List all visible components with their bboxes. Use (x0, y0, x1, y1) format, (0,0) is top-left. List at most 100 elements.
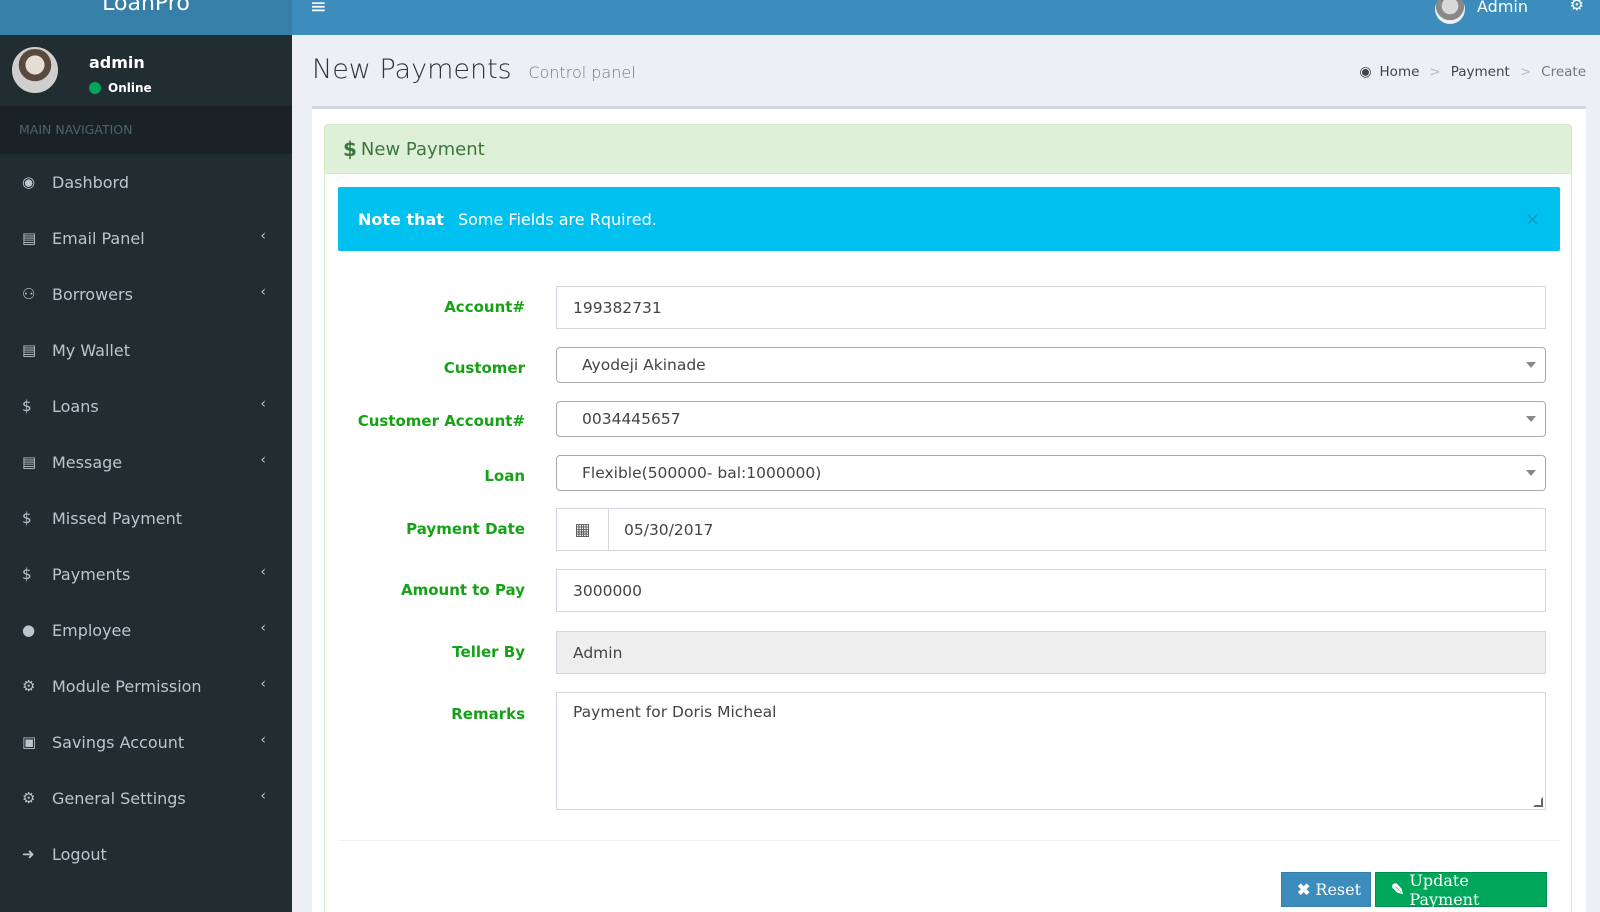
sidebar-user-name: admin (89, 53, 145, 72)
user-status-text: Online (108, 81, 152, 95)
sidebar-item-label: Borrowers (52, 284, 133, 304)
sidebar-item-general-settings[interactable]: ⚙ General Settings ‹ (0, 770, 292, 826)
breadcrumb-separator: > (1519, 64, 1532, 80)
loan-select[interactable]: Flexible(500000- bal:1000000) (556, 455, 1546, 491)
panel-title: New Payment (360, 138, 485, 160)
breadcrumb-home[interactable]: Home (1380, 64, 1420, 80)
remarks-textarea[interactable]: Payment for Doris Micheal (556, 692, 1546, 810)
customer-select[interactable]: Ayodeji Akinade (556, 347, 1546, 383)
breadcrumb-payment[interactable]: Payment (1451, 64, 1510, 80)
reset-button[interactable]: ✖ Reset (1281, 872, 1371, 907)
book-icon: ▤ (22, 229, 37, 247)
alert-bold: Note that (358, 209, 444, 229)
money-icon: ▣ (22, 733, 37, 751)
sidebar-item-payments[interactable]: $ Payments ‹ (0, 546, 292, 602)
customer-account-value: 0034445657 (582, 410, 681, 428)
online-dot-icon (89, 82, 101, 94)
book-icon: ▤ (22, 341, 37, 359)
chevron-down-icon (1526, 470, 1536, 476)
user-panel: admin Online (0, 35, 292, 106)
remarks-label: Remarks (451, 705, 525, 723)
close-icon[interactable]: × (1525, 209, 1540, 230)
sidebar-item-missed-payment[interactable]: $ Missed Payment (0, 490, 292, 546)
update-payment-button[interactable]: ✎ Update Payment (1375, 870, 1547, 909)
user-status: Online (89, 81, 152, 95)
update-label: Update Payment (1409, 870, 1480, 909)
sidebar-item-module-permission[interactable]: ⚙ Module Permission ‹ (0, 658, 292, 714)
sidebar-item-employee[interactable]: ● Employee ‹ (0, 602, 292, 658)
account-row: Account# 199382731 (338, 286, 1560, 329)
chevron-left-icon: ‹ (260, 452, 266, 468)
sidebar-item-label: General Settings (52, 788, 186, 808)
reset-label: Reset (1315, 880, 1362, 899)
page-title-text: New Payments (312, 54, 512, 85)
payment-date-label: Payment Date (406, 520, 525, 538)
content-box: $ New Payment Note that Some Fields are … (312, 106, 1586, 912)
amount-input[interactable]: 3000000 (556, 569, 1546, 612)
top-avatar (1435, 0, 1465, 24)
sidebar-item-my-wallet[interactable]: ▤ My Wallet (0, 322, 292, 378)
book-icon: ▤ (22, 453, 37, 471)
sidebar-item-email-panel[interactable]: ▤ Email Panel ‹ (0, 210, 292, 266)
chevron-left-icon: ‹ (260, 620, 266, 636)
app-logo-text: LoanPro (102, 0, 190, 16)
breadcrumb-separator: > (1429, 64, 1441, 80)
user-icon: ● (22, 621, 36, 639)
chevron-down-icon (1526, 416, 1536, 422)
alert-text: Some Fields are Rquired. (457, 209, 657, 229)
chevron-down-icon (1526, 362, 1536, 368)
sidebar: admin Online MAIN NAVIGATION ◉ Dashbord ▤ E… (0, 35, 292, 912)
sidebar-item-label: Missed Payment (52, 508, 183, 528)
hamburger-icon[interactable]: ≡ (310, 0, 327, 16)
teller-label: Teller By (452, 643, 525, 661)
page-title: New Payments Control panel (312, 54, 636, 85)
sidebar-item-label: My Wallet (52, 340, 130, 360)
sidebar-item-message[interactable]: ▤ Message ‹ (0, 434, 292, 490)
sidebar-item-label: Logout (52, 844, 107, 864)
sidebar-item-dashbord[interactable]: ◉ Dashbord (0, 154, 292, 210)
sidebar-item-loans[interactable]: $ Loans ‹ (0, 378, 292, 434)
chevron-left-icon: ‹ (260, 676, 266, 692)
chevron-left-icon: ‹ (260, 564, 266, 580)
amount-row: Amount to Pay 3000000 (338, 569, 1560, 612)
sidebar-item-label: Email Panel (52, 228, 145, 248)
chevron-left-icon: ‹ (260, 396, 266, 412)
dollar-icon: $ (343, 137, 357, 161)
dashboard-icon: ◉ (1359, 64, 1372, 80)
sidebar-item-savings-account[interactable]: ▣ Savings Account ‹ (0, 714, 292, 770)
payment-panel: $ New Payment Note that Some Fields are … (324, 124, 1572, 912)
payment-date-value: 05/30/2017 (624, 520, 714, 539)
teller-row: Teller By Admin (338, 631, 1560, 674)
app-logo[interactable]: LoanPro (0, 0, 292, 35)
chevron-left-icon: ‹ (260, 228, 266, 244)
customer-account-row: Customer Account# 0034445657 (338, 401, 1560, 437)
calendar-icon[interactable]: ▦ (557, 509, 609, 550)
chevron-left-icon: ‹ (260, 788, 266, 804)
avatar (12, 47, 58, 93)
resize-handle-icon[interactable] (1533, 797, 1543, 807)
payment-date-input[interactable]: ▦ 05/30/2017 (556, 508, 1546, 551)
sidebar-item-label: Message (52, 452, 123, 472)
account-value: 199382731 (573, 298, 662, 317)
gears-icon[interactable]: ⚙ (1570, 0, 1584, 14)
sidebar-item-label: Savings Account (52, 732, 185, 752)
customer-value: Ayodeji Akinade (582, 356, 706, 374)
account-input[interactable]: 199382731 (556, 286, 1546, 329)
breadcrumb-current: Create (1541, 64, 1586, 80)
top-user-menu[interactable]: Admin (1435, 0, 1528, 24)
breadcrumb: ◉ Home > Payment > Create (1359, 64, 1586, 80)
top-user-name: Admin (1477, 0, 1528, 16)
account-label: Account# (444, 298, 525, 316)
edit-icon: ✎ (1391, 880, 1405, 899)
dashboard-icon: ◉ (22, 173, 36, 191)
chevron-left-icon: ‹ (260, 732, 266, 748)
required-alert: Note that Some Fields are Rquired. × (338, 187, 1560, 251)
dollar-icon: $ (22, 565, 32, 583)
sidebar-item-borrowers[interactable]: ⚇ Borrowers ‹ (0, 266, 292, 322)
nav-list: ◉ Dashbord ▤ Email Panel ‹ ⚇ Borrowers ‹ ▤ My Wal… (0, 154, 292, 882)
nav-header: MAIN NAVIGATION (0, 106, 292, 154)
sidebar-item-logout[interactable]: ➜ Logout (0, 826, 292, 882)
dollar-icon: $ (22, 509, 32, 527)
loan-value: Flexible(500000- bal:1000000) (582, 464, 822, 482)
customer-account-select[interactable]: 0034445657 (556, 401, 1546, 437)
